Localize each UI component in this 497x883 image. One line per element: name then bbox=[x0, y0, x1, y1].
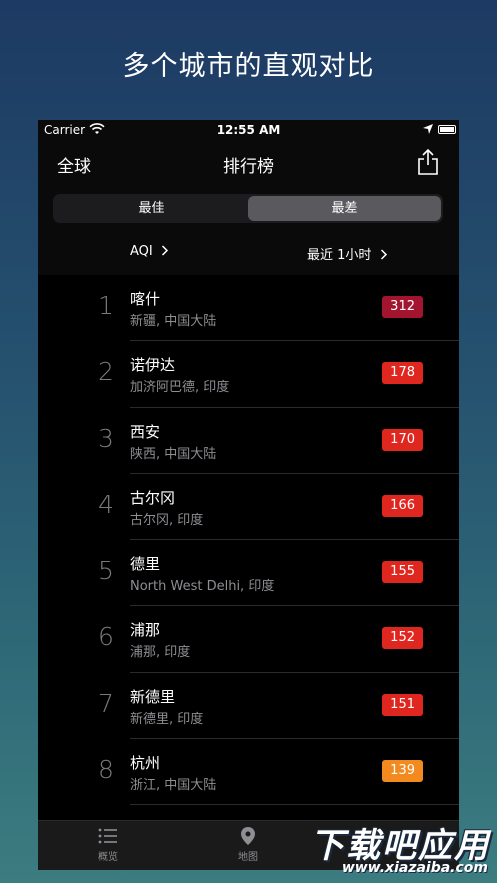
aqi-badge: 178 bbox=[382, 362, 423, 385]
rank-number: 4 bbox=[98, 489, 114, 519]
map-pin-icon bbox=[241, 827, 255, 845]
ranking-row[interactable]: 1 喀什 新疆, 中国大陆 312 bbox=[38, 275, 459, 342]
city-region: 新德里, 印度 bbox=[130, 711, 204, 727]
aqi-badge: 166 bbox=[382, 494, 423, 517]
ranking-row[interactable]: 4 古尔冈 古尔冈, 印度 166 bbox=[38, 474, 459, 541]
segment-best[interactable]: 最佳 bbox=[55, 196, 248, 221]
rank-number: 1 bbox=[98, 291, 114, 320]
rank-number: 5 bbox=[98, 556, 114, 586]
city-region: 新疆, 中国大陆 bbox=[130, 314, 217, 329]
aqi-badge: 312 bbox=[382, 296, 423, 318]
rank-number: 3 bbox=[98, 423, 114, 453]
city-region: 加济阿巴德, 印度 bbox=[130, 380, 230, 396]
filter-row: AQI 最近 1小时 bbox=[38, 230, 459, 275]
aqi-badge: 139 bbox=[382, 760, 423, 783]
page-headline: 多个城市的直观对比 bbox=[122, 51, 375, 82]
city-name: 浦那 bbox=[130, 621, 161, 640]
share-icon[interactable] bbox=[417, 148, 439, 176]
ranking-list: 1 喀什 新疆, 中国大陆 312 2 诺伊达 加济阿巴德, 印度 178 3 … bbox=[38, 275, 459, 806]
status-time: 12:55 AM bbox=[216, 123, 281, 137]
city-name: 古尔冈 bbox=[130, 488, 176, 507]
rank-number: 2 bbox=[98, 357, 114, 387]
ranking-row[interactable]: 5 德里 North West Delhi, 印度 155 bbox=[38, 540, 459, 607]
aqi-badge: 155 bbox=[382, 561, 423, 584]
ranking-row[interactable]: 7 新德里 新德里, 印度 151 bbox=[38, 673, 459, 740]
city-region: North West Delhi, 印度 bbox=[130, 579, 275, 595]
metric-filter[interactable]: AQI bbox=[130, 244, 169, 259]
ranking-row[interactable]: 2 诺伊达 加济阿巴德, 印度 178 bbox=[38, 341, 459, 408]
city-region: 陕西, 中国大陆 bbox=[130, 446, 217, 462]
city-region: 浙江, 中国大陆 bbox=[130, 778, 217, 794]
watermark-url: www.xiazaiba.com bbox=[341, 860, 488, 876]
city-name: 诺伊达 bbox=[130, 356, 176, 375]
segment-container: 最佳 最差 bbox=[38, 190, 459, 230]
city-name: 杭州 bbox=[130, 754, 161, 773]
city-name: 德里 bbox=[130, 555, 161, 574]
location-arrow-icon bbox=[423, 124, 433, 134]
status-bar: Carrier 12:55 AM bbox=[38, 120, 459, 140]
aqi-badge: 170 bbox=[382, 428, 423, 451]
segment-worst[interactable]: 最差 bbox=[248, 196, 441, 221]
city-region: 浦那, 印度 bbox=[130, 645, 191, 661]
navigation-bar: 全球 排行榜 bbox=[38, 140, 459, 190]
aqi-badge: 152 bbox=[382, 627, 423, 650]
metric-filter-label: AQI bbox=[130, 244, 153, 259]
tab-overview[interactable]: 概览 bbox=[68, 827, 148, 863]
phone-screen: Carrier 12:55 AM 全球 排行榜 最佳 最差 AQI 最近 1小时… bbox=[38, 120, 459, 870]
period-filter[interactable]: 最近 1小时 bbox=[307, 244, 388, 263]
rank-number: 6 bbox=[98, 622, 114, 652]
rank-number: 8 bbox=[98, 755, 114, 785]
ranking-row[interactable]: 6 浦那 浦那, 印度 152 bbox=[38, 606, 459, 674]
battery-icon bbox=[438, 125, 456, 134]
watermark: 下载吧应用 www.xiazaiba.com bbox=[298, 818, 494, 880]
ranking-row[interactable]: 8 杭州 浙江, 中国大陆 139 bbox=[38, 739, 459, 806]
chevron-right-icon bbox=[380, 249, 387, 260]
page-title: 排行榜 bbox=[223, 157, 274, 177]
tab-overview-label: 概览 bbox=[98, 852, 118, 863]
city-name: 喀什 bbox=[130, 290, 161, 308]
tab-map[interactable]: 地图 bbox=[208, 827, 288, 863]
best-worst-segmented-control: 最佳 最差 bbox=[53, 194, 443, 223]
chevron-right-icon bbox=[161, 245, 168, 256]
ranking-row[interactable]: 3 西安 陕西, 中国大陆 170 bbox=[38, 408, 459, 475]
aqi-badge: 151 bbox=[382, 693, 423, 716]
city-name: 新德里 bbox=[130, 687, 176, 706]
list-icon bbox=[98, 828, 117, 844]
tab-map-label: 地图 bbox=[238, 852, 258, 863]
city-region: 古尔冈, 印度 bbox=[130, 512, 204, 528]
period-filter-label: 最近 1小时 bbox=[307, 248, 372, 263]
city-name: 西安 bbox=[130, 422, 161, 441]
rank-number: 7 bbox=[98, 688, 114, 718]
